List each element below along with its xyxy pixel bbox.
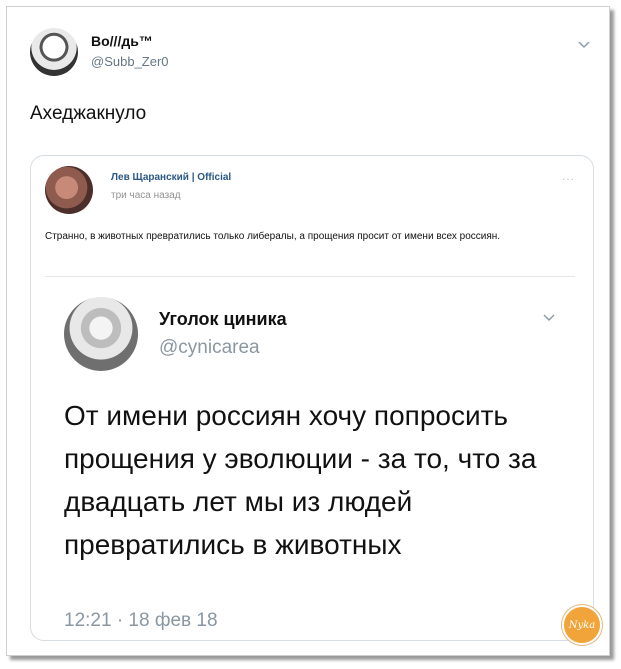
embedded-tweet-text: От имени россиян хочу попросить прощения… — [64, 400, 537, 560]
embedded-author-handle: @cynicarea — [159, 337, 260, 358]
divider — [45, 276, 575, 277]
watermark-logo: Nyka — [562, 605, 602, 645]
quoted-author-avatar[interactable] — [45, 166, 93, 214]
author-handle[interactable]: @Subb_Zer0 — [91, 54, 169, 69]
embedded-chevron-icon — [543, 311, 555, 323]
embedded-author-name: Уголок циника — [159, 309, 287, 329]
quoted-author-name[interactable]: Лев Щаранский | Official — [111, 172, 231, 183]
quoted-time: три часа назад — [111, 190, 181, 201]
embedded-author-avatar — [64, 297, 138, 371]
quoted-card[interactable]: Лев Щаранский | Official три часа назад … — [30, 155, 594, 641]
embedded-tweet-date: 12:21 · 18 фев 18 — [64, 610, 218, 631]
author-avatar[interactable] — [30, 28, 78, 76]
more-icon[interactable]: ··· — [562, 174, 575, 185]
author-name[interactable]: Во///дь™ — [91, 33, 153, 49]
tweet-text: Ахеджакнуло — [30, 103, 147, 124]
chevron-down-icon[interactable] — [578, 38, 590, 50]
quoted-text: Странно, в животных превратились только … — [45, 231, 501, 242]
watermark-text: Nyka — [568, 619, 596, 631]
